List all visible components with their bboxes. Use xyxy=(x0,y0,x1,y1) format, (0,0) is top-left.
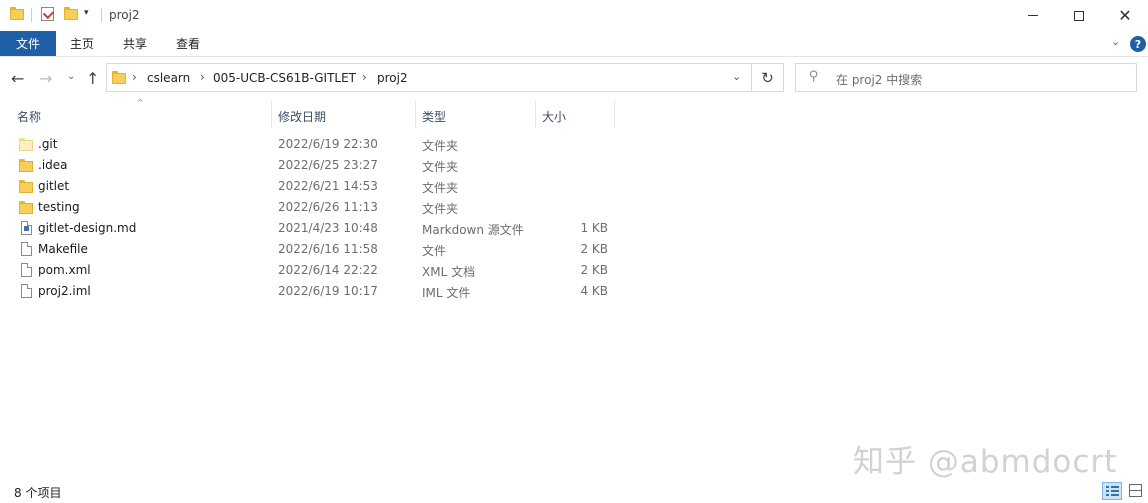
sort-ascending-icon: ^ xyxy=(137,98,144,107)
help-button[interactable]: ? xyxy=(1130,36,1146,52)
file-row[interactable]: gitlet-design.md 2021/4/23 10:48 Markdow… xyxy=(0,218,620,239)
file-modified: 2022/6/21 14:53 xyxy=(278,179,378,193)
file-icon xyxy=(21,263,32,277)
file-name: gitlet xyxy=(38,179,70,193)
file-type: XML 文档 xyxy=(422,265,476,279)
file-row[interactable]: .git 2022/6/19 22:30 文件夹 xyxy=(0,134,620,155)
file-name: Makefile xyxy=(38,242,88,256)
search-icon: ⚲ xyxy=(809,69,819,84)
breadcrumb-gitlet[interactable]: 005-UCB-CS61B-GITLET xyxy=(213,71,356,85)
column-type[interactable]: 类型 xyxy=(422,108,446,125)
divider xyxy=(101,8,102,22)
file-type: 文件夹 xyxy=(422,181,459,195)
file-row[interactable]: Makefile 2022/6/16 11:58 文件 2 KB xyxy=(0,239,620,260)
search-input[interactable]: ⚲ 在 proj2 中搜索 xyxy=(795,63,1137,92)
title-bar: ▾ proj2 ✕ xyxy=(0,0,1148,31)
item-count: 8 个项目 xyxy=(14,486,62,500)
back-arrow-icon[interactable]: ← xyxy=(11,69,24,88)
maximize-button[interactable] xyxy=(1056,0,1102,31)
divider xyxy=(31,8,32,22)
file-modified: 2022/6/25 23:27 xyxy=(278,158,378,172)
file-type: Markdown 源文件 xyxy=(422,223,524,237)
column-divider[interactable] xyxy=(271,101,272,128)
tab-home[interactable]: 主页 xyxy=(70,31,94,56)
file-row[interactable]: testing 2022/6/26 11:13 文件夹 xyxy=(0,197,620,218)
expand-ribbon-icon[interactable]: ⌄ xyxy=(1111,35,1120,48)
address-history-icon[interactable]: ⌄ xyxy=(732,70,741,83)
column-divider[interactable] xyxy=(535,101,536,128)
file-name: gitlet-design.md xyxy=(38,221,137,235)
file-size: 1 KB xyxy=(580,221,608,235)
new-folder-icon[interactable] xyxy=(64,7,78,20)
breadcrumb-separator-icon[interactable]: › xyxy=(132,70,137,84)
tab-file[interactable]: 文件 xyxy=(0,31,56,56)
watermark: 知乎 @abmdocrt xyxy=(853,444,1118,480)
forward-arrow-icon[interactable]: → xyxy=(39,69,52,88)
file-row[interactable]: gitlet 2022/6/21 14:53 文件夹 xyxy=(0,176,620,197)
address-bar[interactable]: › cslearn › 005-UCB-CS61B-GITLET › proj2… xyxy=(106,63,752,92)
tab-share[interactable]: 共享 xyxy=(123,31,147,56)
file-size: 4 KB xyxy=(580,284,608,298)
window-title: proj2 xyxy=(109,8,140,22)
file-modified: 2022/6/26 11:13 xyxy=(278,200,378,214)
file-name: proj2.iml xyxy=(38,284,91,298)
file-row[interactable]: pom.xml 2022/6/14 22:22 XML 文档 2 KB xyxy=(0,260,620,281)
file-modified: 2022/6/16 11:58 xyxy=(278,242,378,256)
file-modified: 2022/6/19 10:17 xyxy=(278,284,378,298)
column-divider[interactable] xyxy=(415,101,416,128)
file-name: testing xyxy=(38,200,80,214)
folder-icon xyxy=(112,71,126,84)
file-modified: 2022/6/19 22:30 xyxy=(278,137,378,151)
details-view-icon[interactable] xyxy=(1102,482,1122,500)
breadcrumb-proj2[interactable]: proj2 xyxy=(377,71,408,85)
minimize-button[interactable] xyxy=(1010,0,1056,31)
properties-icon[interactable] xyxy=(41,7,55,21)
folder-icon xyxy=(19,159,33,172)
search-placeholder: 在 proj2 中搜索 xyxy=(836,73,923,87)
ribbon-tabs: 文件 主页 共享 查看 ⌄ ? xyxy=(0,31,1148,57)
column-headers: ^ 名称 修改日期 类型 大小 xyxy=(0,98,1148,129)
status-bar: 8 个项目 xyxy=(0,481,1148,503)
file-type: 文件夹 xyxy=(422,139,459,153)
refresh-button[interactable]: ↻ xyxy=(752,63,784,92)
column-name[interactable]: 名称 xyxy=(17,108,41,125)
file-modified: 2021/4/23 10:48 xyxy=(278,221,378,235)
close-button[interactable]: ✕ xyxy=(1102,0,1148,31)
column-divider[interactable] xyxy=(614,101,615,128)
file-type: IML 文件 xyxy=(422,286,471,300)
breadcrumb-separator-icon[interactable]: › xyxy=(362,70,367,84)
file-name: pom.xml xyxy=(38,263,91,277)
folder-icon xyxy=(19,138,33,151)
file-row[interactable]: .idea 2022/6/25 23:27 文件夹 xyxy=(0,155,620,176)
folder-icon xyxy=(19,180,33,193)
file-size: 2 KB xyxy=(580,242,608,256)
file-icon xyxy=(21,242,32,256)
folder-icon xyxy=(10,7,24,20)
recent-locations-icon[interactable]: ⌄ xyxy=(67,71,75,82)
breadcrumb-cslearn[interactable]: cslearn xyxy=(147,71,190,85)
file-modified: 2022/6/14 22:22 xyxy=(278,263,378,277)
navigation-bar: ← → ⌄ ↑ › cslearn › 005-UCB-CS61B-GITLET… xyxy=(0,57,1148,99)
file-row[interactable]: proj2.iml 2022/6/19 10:17 IML 文件 4 KB xyxy=(0,281,620,302)
up-arrow-icon[interactable]: ↑ xyxy=(86,69,99,88)
column-size[interactable]: 大小 xyxy=(542,108,566,125)
large-icons-view-icon[interactable] xyxy=(1126,482,1146,500)
breadcrumb-separator-icon[interactable]: › xyxy=(200,70,205,84)
markdown-file-icon xyxy=(21,221,32,235)
folder-icon xyxy=(19,201,33,214)
file-name: .idea xyxy=(38,158,68,172)
file-size: 2 KB xyxy=(580,263,608,277)
tab-view[interactable]: 查看 xyxy=(176,31,200,56)
column-modified[interactable]: 修改日期 xyxy=(278,108,326,125)
file-icon xyxy=(21,284,32,298)
file-type: 文件夹 xyxy=(422,160,459,174)
customize-toolbar-icon[interactable]: ▾ xyxy=(84,8,89,18)
file-name: .git xyxy=(38,137,58,151)
file-type: 文件夹 xyxy=(422,202,459,216)
file-type: 文件 xyxy=(422,244,447,258)
